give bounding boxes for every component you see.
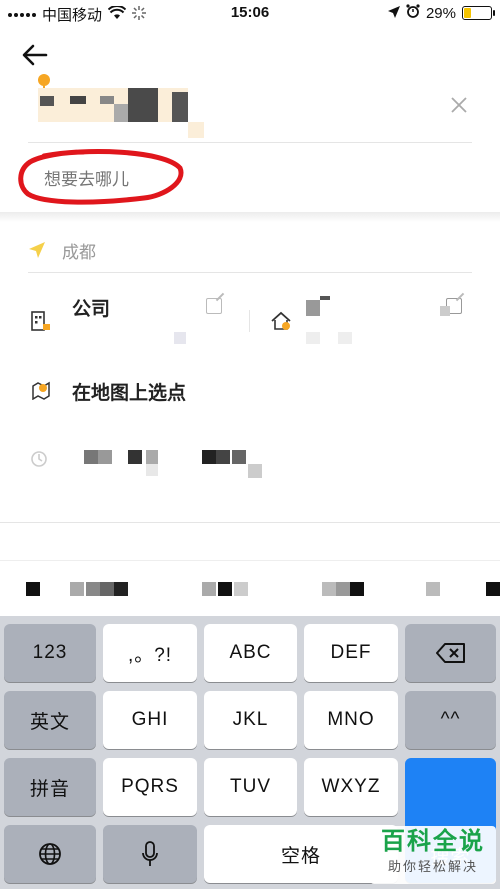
mosaic-block [216,450,230,464]
key-microphone[interactable] [103,825,197,883]
mosaic-block [234,582,248,596]
mosaic-block [26,582,40,596]
mosaic-block [40,96,54,106]
mosaic-block [98,450,112,464]
status-right: 29% [387,4,495,22]
edit-company-icon[interactable] [206,298,222,314]
key-english[interactable]: 英文 [4,691,96,749]
key-space[interactable]: 空格 [204,825,398,883]
mosaic-block [172,92,188,122]
battery-fill [464,8,471,18]
key-emoticon[interactable]: ^^ [405,691,496,749]
watermark-subtitle: 助你轻松解决 [387,859,478,874]
mosaic-block [218,582,232,596]
divider [28,272,472,273]
key-jkl[interactable]: JKL [204,691,297,749]
status-bar: 中国移动 15:06 29% [0,0,500,28]
mosaic-block [100,582,114,596]
watermark-title: 百科全说 [381,828,485,855]
destination-input[interactable] [44,166,344,194]
mosaic-block [322,582,336,596]
location-arrow-icon [387,5,400,22]
key-pqrs[interactable]: PQRS [103,758,197,816]
microphone-icon [142,841,158,866]
globe-icon [39,843,61,865]
mosaic-block [188,122,204,138]
battery-percent: 29% [425,4,456,22]
clock-icon [31,451,47,467]
clear-button[interactable] [446,94,472,120]
map-pin-icon [32,381,50,400]
mosaic-block [114,104,128,122]
mosaic-block [306,332,320,344]
key-wxyz[interactable]: WXYZ [304,758,398,816]
mosaic-block [350,582,364,596]
origin-mosaic-bg [38,88,188,122]
mosaic-block [202,450,216,464]
battery-icon [462,6,495,20]
key-123[interactable]: 123 [4,624,96,682]
mosaic-block [202,582,216,596]
key-pinyin[interactable]: 拼音 [4,758,96,816]
mosaic-block [86,582,100,596]
back-button[interactable] [22,42,52,72]
alarm-icon [406,4,420,22]
mosaic-block [306,300,320,316]
mosaic-block [146,464,158,476]
company-label: 公司 [72,299,111,320]
mosaic-block [426,582,440,596]
mosaic-block [84,450,98,464]
mosaic-block [146,450,158,464]
mosaic-block [70,96,86,104]
watermark-logo: 百科全说 助你轻松解决 [370,826,496,884]
mosaic-block [128,88,158,122]
location-arrow-icon [29,242,45,258]
arrow-left-icon [22,44,48,66]
mosaic-block [232,450,246,464]
divider [0,522,500,523]
mosaic-block [320,296,330,300]
mosaic-block [338,332,352,344]
key-globe[interactable] [4,825,96,883]
key-punctuation[interactable]: ,。?! [103,624,197,682]
key-tuv[interactable]: TUV [204,758,297,816]
divider [249,310,250,332]
divider [28,142,472,143]
key-backspace[interactable] [405,624,496,682]
current-city-row[interactable]: 成都 [28,230,472,270]
mosaic-block [440,306,450,316]
backspace-icon [435,643,465,663]
city-name: 成都 [62,242,96,262]
close-x-icon [451,97,467,113]
key-ghi[interactable]: GHI [103,691,197,749]
mosaic-block [174,332,186,344]
mosaic-block [336,582,350,596]
key-def[interactable]: DEF [304,624,398,682]
mosaic-block [70,582,84,596]
mosaic-block [486,582,500,596]
building-icon [31,311,50,331]
map-pick-label: 在地图上选点 [72,383,187,404]
mosaic-block [128,450,142,464]
key-abc[interactable]: ABC [204,624,297,682]
mosaic-block [248,464,262,478]
mosaic-block [114,582,128,596]
house-icon [271,311,291,330]
key-mno[interactable]: MNO [304,691,398,749]
card-shadow [0,212,500,222]
mosaic-block [100,96,114,104]
